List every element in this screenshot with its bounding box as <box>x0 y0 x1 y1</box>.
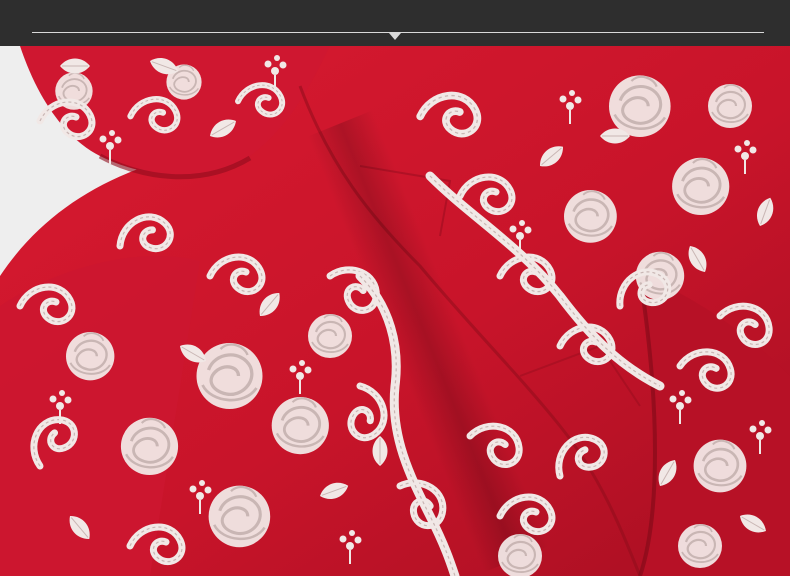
fabric-illustration <box>0 46 790 576</box>
triangle-down-icon <box>389 33 401 40</box>
embroidered-fabric-photo <box>0 46 790 576</box>
header-band <box>0 0 790 46</box>
product-detail-page <box>0 0 790 576</box>
